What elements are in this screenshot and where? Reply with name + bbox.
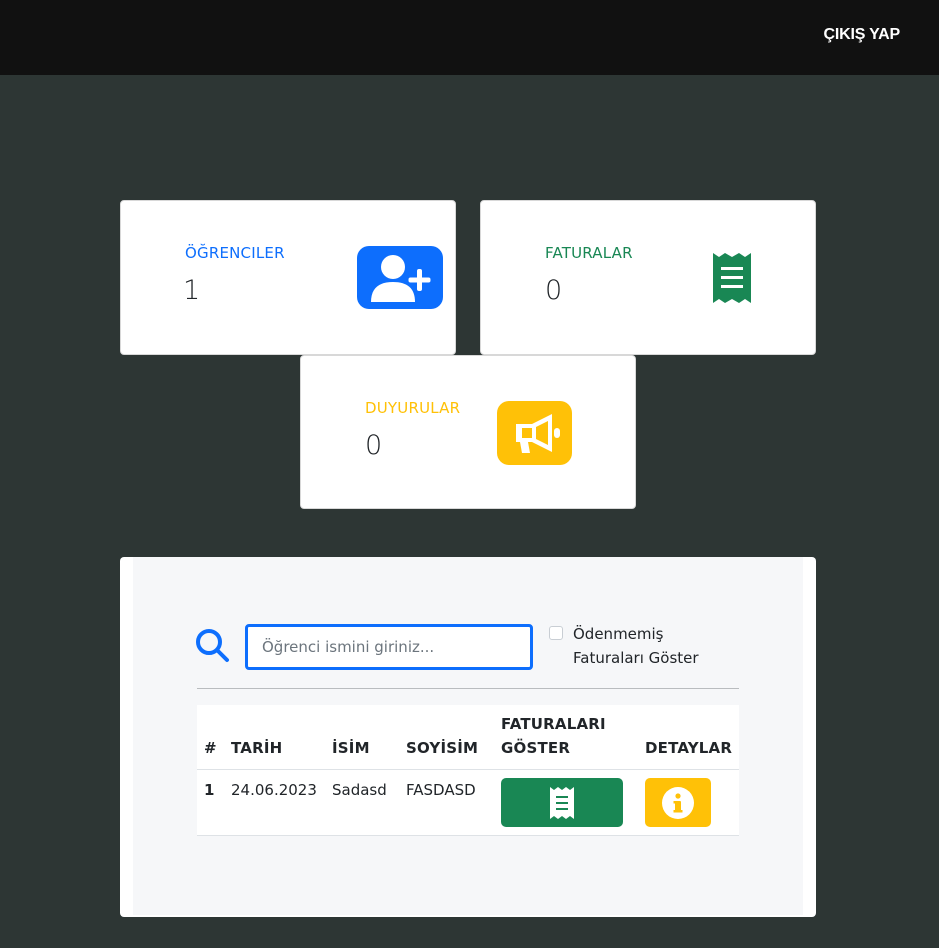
announcements-stat-card: DUYURULAR 0: [300, 355, 636, 509]
info-icon: [662, 786, 694, 819]
students-stat-value: 1: [183, 275, 201, 306]
column-header-index: #: [204, 739, 217, 757]
receipt-icon: [550, 786, 574, 819]
row-index: 1: [204, 781, 215, 799]
student-search-input[interactable]: [245, 624, 533, 670]
invoices-stat-card: FATURALAR 0: [480, 200, 816, 355]
megaphone-icon: [497, 401, 572, 465]
show-invoices-button[interactable]: [501, 778, 623, 827]
row-name: Sadasd: [332, 781, 387, 799]
announcements-stat-label: DUYURULAR: [365, 399, 461, 417]
column-header-show-invoices: FATURALARI GÖSTER: [501, 715, 606, 757]
column-header-name: İSİM: [332, 739, 370, 757]
students-table: # TARİH İSİM SOYİSİM FATURALARI GÖSTER D…: [197, 705, 739, 836]
table-row-border: [197, 835, 739, 836]
announcements-stat-value: 0: [365, 430, 383, 461]
row-surname: FASDASD: [406, 781, 476, 799]
search-icon: [195, 628, 231, 668]
top-navbar: ÇIKIŞ YAP: [0, 0, 939, 75]
column-header-details: DETAYLAR: [645, 739, 733, 757]
column-header-surname: SOYİSİM: [406, 739, 479, 757]
column-header-date: TARİH: [231, 739, 283, 757]
user-plus-icon: [357, 246, 443, 309]
students-stat-card: ÖĞRENCILER 1: [120, 200, 456, 355]
students-stat-label: ÖĞRENCILER: [185, 244, 285, 262]
unpaid-invoices-checkbox[interactable]: [549, 626, 563, 640]
receipt-icon: [713, 253, 751, 307]
search-divider: [197, 688, 739, 689]
invoices-stat-label: FATURALAR: [545, 244, 633, 262]
row-date: 24.06.2023: [231, 781, 317, 799]
details-button[interactable]: [645, 778, 711, 827]
unpaid-invoices-label[interactable]: Ödenmemiş Faturaları Göster: [573, 622, 723, 670]
logout-button[interactable]: ÇIKIŞ YAP: [824, 26, 901, 44]
invoices-stat-value: 0: [545, 275, 563, 306]
